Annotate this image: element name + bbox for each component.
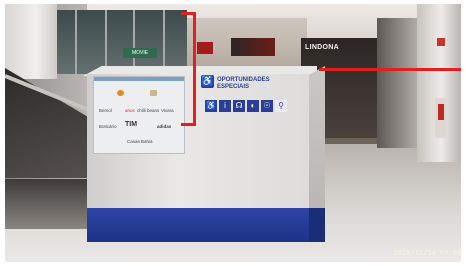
red-line (181, 123, 195, 126)
red-line (319, 68, 461, 71)
elderly-icon: ☊ (233, 100, 245, 112)
logo-orange-icon (117, 90, 124, 96)
fire-sign-icon (437, 38, 445, 46)
oe-title-line1: OPORTUNIDADES (217, 77, 270, 83)
store-sign-red (197, 42, 213, 54)
wheelchair-icon: ♿ (201, 75, 214, 88)
glass-frame (133, 10, 135, 74)
left-column (5, 4, 57, 79)
sponsor-logo: Casas Bahia (127, 139, 153, 144)
red-line (193, 12, 196, 126)
wheelchair-icon: ♿ (205, 100, 217, 112)
child-icon: ⚲ (275, 100, 287, 112)
store-sign-green: MOVIE (123, 48, 157, 58)
hearing-icon: ◐ (247, 100, 259, 112)
fire-extinguisher-icon (438, 104, 444, 120)
sponsor-logo: chilli beans (137, 108, 160, 113)
mall-photo: MOVIE LINDONA Bemol anos chilli beans Vi… (5, 4, 461, 262)
sponsor-panel-header (94, 77, 184, 81)
kiosk-base (87, 208, 309, 242)
sponsor-logo-adidas: adidas (157, 124, 172, 129)
logo-emblem-icon (150, 90, 157, 96)
sponsor-logo: anos (125, 108, 135, 113)
sponsor-logo: Bemol (99, 108, 112, 113)
lindona-sign: LINDONA (305, 44, 339, 51)
stairs (5, 179, 90, 229)
screenshot-canvas: MOVIE LINDONA Bemol anos chilli beans Vi… (0, 0, 466, 266)
store-sign-dark (231, 38, 275, 56)
pregnant-icon: ☉ (261, 100, 273, 112)
kiosk-base-side (309, 208, 325, 242)
photo-timestamp: 2020/11/14 09:03 (393, 249, 461, 257)
glass-frame (105, 10, 107, 74)
oe-title-line2: ESPECIAIS (217, 84, 250, 90)
right-column (417, 4, 461, 162)
person-icon: i (219, 100, 231, 112)
sponsor-logo: Vivara (161, 108, 174, 113)
sponsor-logo-tim: TIM (125, 121, 138, 128)
glass-frame (163, 10, 165, 74)
glass-frame (75, 10, 77, 74)
sponsor-logo: Boticário (99, 124, 117, 129)
